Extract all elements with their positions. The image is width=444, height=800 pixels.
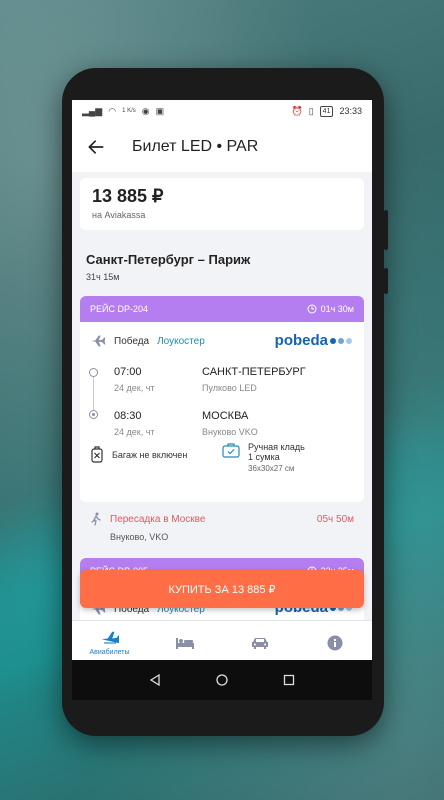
logo-dot — [346, 337, 352, 344]
signal-icon: ▂▄▆ — [82, 105, 103, 116]
logo-dot — [330, 337, 336, 344]
price-amount: 13 885 ₽ — [92, 186, 164, 206]
transfer-airport: Внуково, VKO — [110, 532, 169, 542]
handbag-size: 36x30x27 см — [248, 464, 295, 473]
page-title: Билет LED • PAR — [132, 138, 259, 155]
leg1-duration: 01ч 30м — [320, 304, 354, 314]
vibrate-icon: ▯ — [308, 105, 314, 116]
baggage-label: Багаж не включен — [112, 450, 188, 460]
leg1-header: РЕЙС DP-204 01ч 30м — [80, 296, 364, 322]
info-icon — [327, 635, 342, 650]
route-title: Санкт-Петербург – Париж — [86, 252, 251, 267]
handbag-text: Ручная кладь 1 сумка 36x30x27 см — [248, 442, 305, 473]
arrival-city: МОСКВА — [202, 410, 249, 422]
transfer-duration: 05ч 50м — [316, 513, 354, 525]
nav-item-cars[interactable] — [222, 621, 297, 660]
route-duration: 31ч 15м — [86, 272, 120, 282]
nav-item-hotels[interactable] — [147, 621, 222, 660]
clock-icon — [307, 304, 317, 314]
departure-city: САНКТ-ПЕТЕРБУРГ — [202, 366, 306, 378]
nav-label-flights: Авиабилеты — [89, 649, 130, 656]
app-bar: Билет LED • PAR — [72, 122, 372, 172]
leg1-carrier-name: Победа — [114, 335, 150, 347]
home-nav-icon[interactable] — [216, 674, 228, 686]
screen: ▂▄▆ ◠ 1 K/s ◉ ▣ ⏰ ▯ 41 23:33 Билет LED •… — [72, 100, 372, 660]
lock-icon: ▣ — [155, 105, 165, 116]
recents-nav-icon[interactable] — [283, 674, 295, 686]
car-icon — [251, 637, 268, 649]
no-baggage-icon — [91, 446, 103, 463]
walking-icon — [91, 512, 101, 526]
handbag-title: Ручная кладь — [248, 442, 305, 452]
volume-button — [384, 210, 388, 250]
back-nav-icon[interactable] — [149, 674, 161, 686]
handbag-count: 1 сумка — [248, 452, 280, 462]
leg1-flight-number: РЕЙС DP-204 — [90, 304, 148, 314]
leg1-carrier-type: Лоукостер — [157, 335, 205, 347]
nav-item-info[interactable] — [297, 621, 372, 660]
net-speed: 1 K/s — [122, 108, 136, 114]
price-source: на Aviakassa — [92, 210, 146, 220]
departure-airport: Пулково LED — [202, 383, 257, 393]
bed-icon — [175, 637, 194, 649]
power-button — [384, 268, 388, 294]
clock: 23:33 — [339, 106, 362, 116]
airplane-icon — [91, 335, 106, 347]
buy-button[interactable]: КУПИТЬ ЗА 13 885 ₽ — [80, 570, 364, 608]
arrival-node — [89, 410, 98, 419]
transfer-label: Пересадка в Москве — [110, 513, 206, 525]
nav-item-flights[interactable]: Авиабилеты — [72, 621, 147, 660]
logo-dot — [338, 337, 344, 344]
airplane-icon — [101, 631, 119, 644]
bottom-nav: Авиабилеты — [72, 620, 372, 660]
pobeda-logo: pobeda — [275, 332, 352, 349]
arrival-date: 24 дек, чт — [114, 427, 155, 437]
eye-icon: ◉ — [141, 105, 150, 116]
leg1-duration-group: 01ч 30м — [307, 304, 354, 314]
transfer-info: Пересадка в Москве 05ч 50м Внуково, VKO — [80, 506, 364, 552]
departure-node — [89, 368, 98, 377]
departure-date: 24 дек, чт — [114, 383, 155, 393]
handbag-info: Ручная кладь 1 сумка 36x30x27 см — [222, 442, 305, 473]
leg1-carrier: Победа Лоукостер — [90, 334, 205, 348]
alarm-icon: ⏰ — [291, 105, 303, 116]
battery-icon: 41 — [319, 105, 334, 117]
pobeda-logo-text: pobeda — [274, 332, 328, 349]
back-arrow-icon[interactable] — [86, 137, 106, 157]
arrival-time: 08:30 — [114, 410, 142, 422]
handbag-check-icon — [222, 443, 240, 458]
android-nav-bar — [72, 660, 372, 700]
leg1-card[interactable]: Победа Лоукостер pobeda 07:00 24 дек, чт… — [80, 322, 364, 502]
baggage-info: Багаж не включен — [90, 446, 187, 464]
status-bar: ▂▄▆ ◠ 1 K/s ◉ ▣ ⏰ ▯ 41 23:33 — [72, 100, 372, 122]
transfer-row: Пересадка в Москве 05ч 50м — [90, 512, 354, 526]
price-card: 13 885 ₽ на Aviakassa — [80, 178, 364, 230]
departure-time: 07:00 — [114, 366, 142, 378]
arrival-airport: Внуково VKO — [202, 427, 258, 437]
wifi-icon: ◠ — [108, 105, 117, 116]
